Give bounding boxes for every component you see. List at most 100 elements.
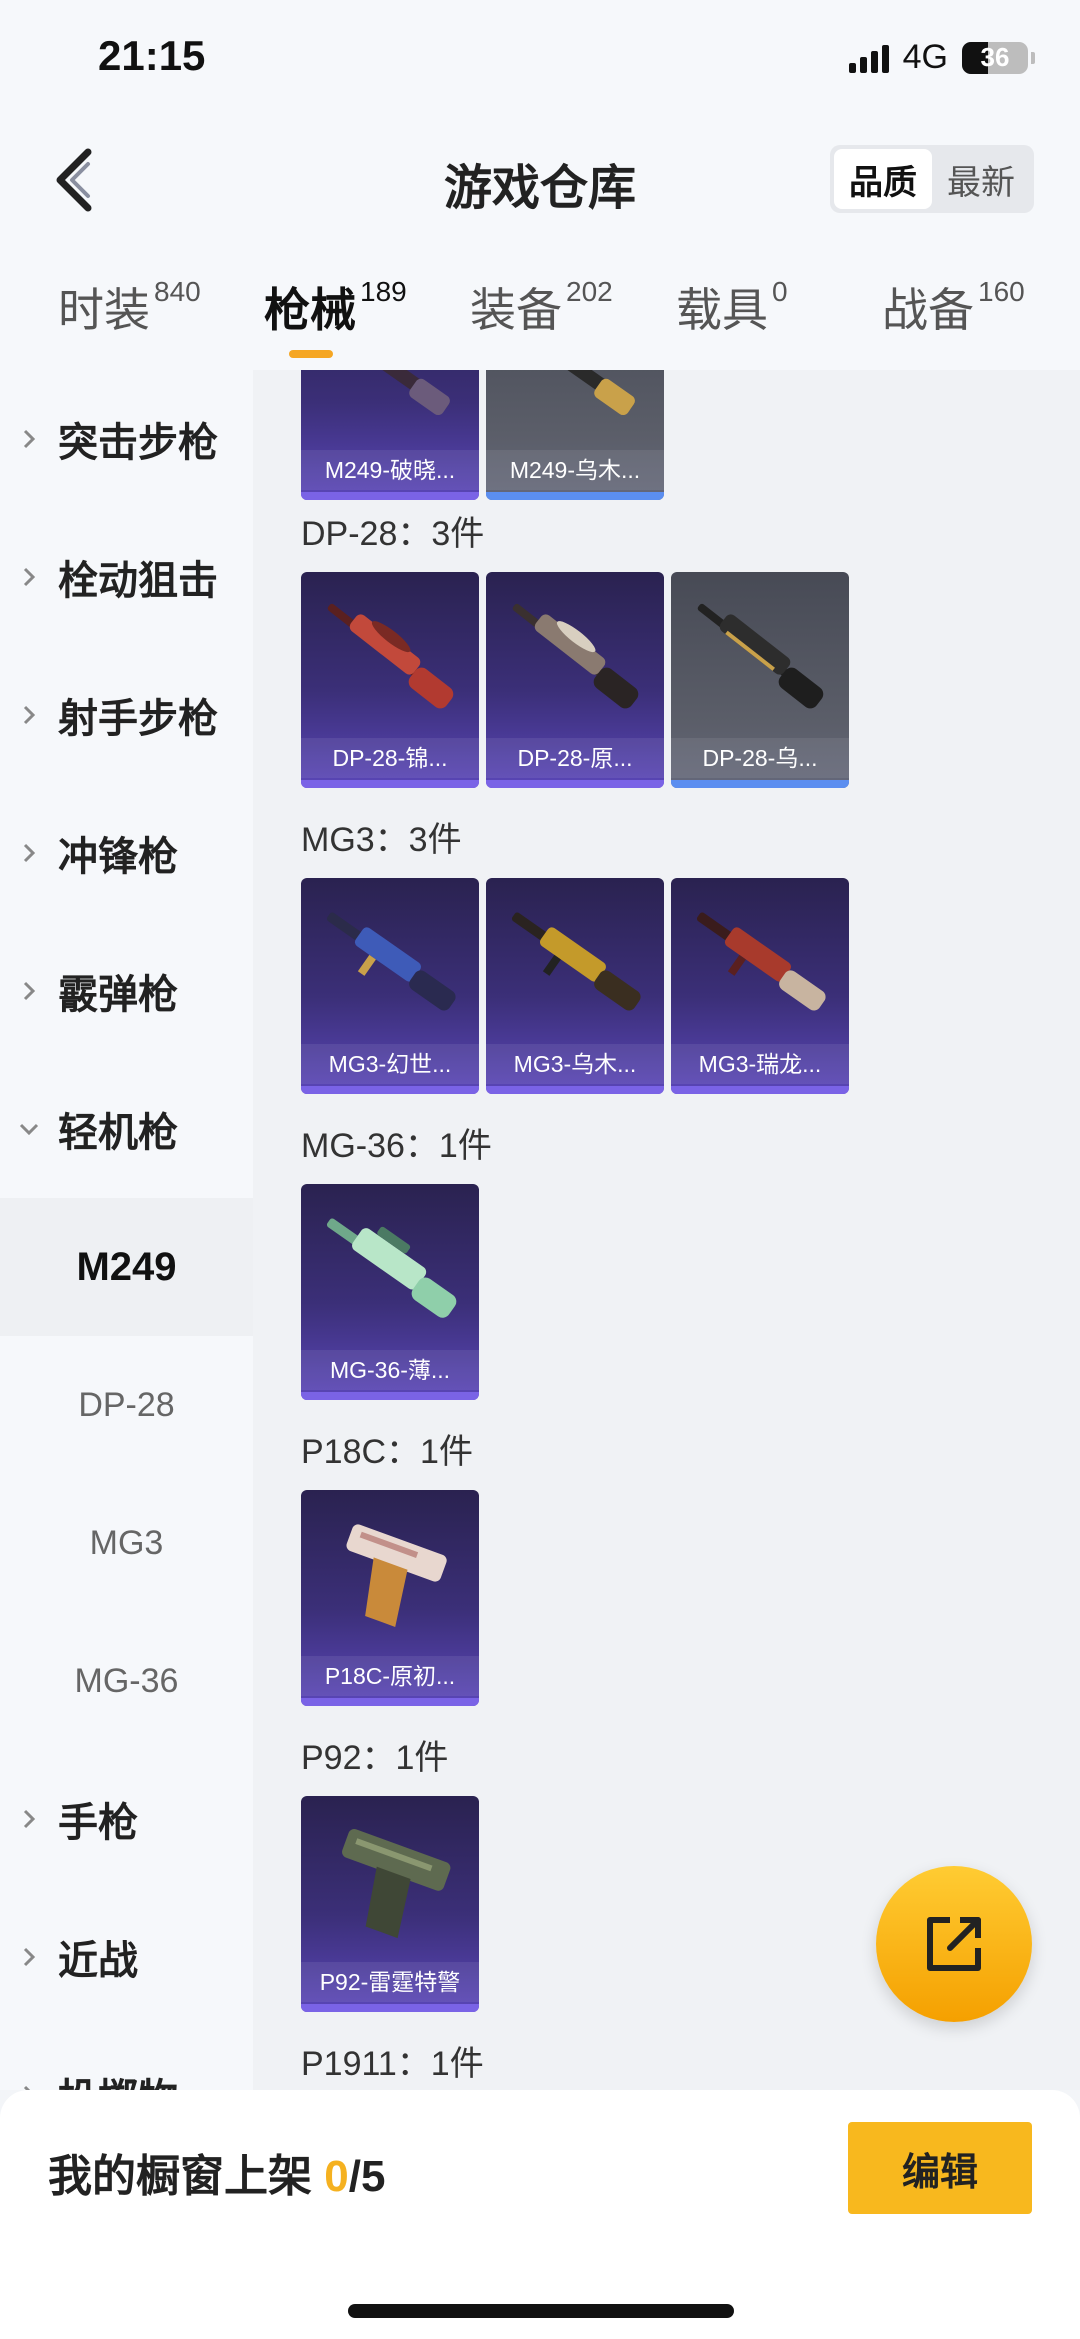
- item-name: DP-28-锦...: [301, 738, 479, 778]
- quality-strip: [671, 780, 849, 788]
- edit-button[interactable]: 编辑: [848, 2122, 1032, 2214]
- item-name: P92-雷霆特警: [301, 1962, 479, 2002]
- item-card[interactable]: P92-雷霆特警: [301, 1796, 479, 2012]
- quality-strip: [301, 1392, 479, 1400]
- tab-count: 840: [154, 276, 201, 307]
- status-time: 21:15: [98, 32, 206, 79]
- item-card[interactable]: MG3-乌木...: [486, 878, 664, 1094]
- share-icon: [927, 1917, 981, 1971]
- chevron-right-icon: [0, 1807, 58, 1831]
- group-title: P92：1件: [301, 1739, 449, 1777]
- category-tabs: 时装 840 枪械 189 装备 202 载具 0 战备 160: [0, 240, 1080, 370]
- share-button[interactable]: [876, 1866, 1032, 2022]
- chevron-down-icon: [0, 1121, 58, 1137]
- battery-level: 36: [980, 42, 1010, 72]
- active-tab-indicator: [289, 350, 333, 358]
- item-card[interactable]: DP-28-原...: [486, 572, 664, 788]
- item-card[interactable]: DP-28-乌...: [671, 572, 849, 788]
- sort-toggle: 品质 最新: [830, 145, 1034, 213]
- chevron-right-icon: [0, 427, 58, 451]
- item-card[interactable]: DP-28-锦...: [301, 572, 479, 788]
- sidebar-item-marksman-rifle[interactable]: 射手步枪: [0, 646, 253, 784]
- showcase-total: /5: [348, 2152, 386, 2201]
- sidebar-item-shotgun[interactable]: 霰弹枪: [0, 922, 253, 1060]
- lmg-art-icon: [326, 912, 456, 1011]
- item-card[interactable]: MG3-瑞龙...: [671, 878, 849, 1094]
- quality-strip: [486, 492, 664, 500]
- item-name: M249-破晓...: [301, 450, 479, 490]
- sort-quality-button[interactable]: 品质: [834, 149, 932, 209]
- sidebar-item-pistol[interactable]: 手枪: [0, 1750, 253, 1888]
- item-card[interactable]: M249-破晓...: [301, 370, 479, 500]
- group-title: MG-36：1件: [301, 1127, 492, 1165]
- sidebar-item-melee[interactable]: 近战: [0, 1888, 253, 2026]
- item-card[interactable]: M249-乌木...: [486, 370, 664, 500]
- status-indicators: 4G 36: [848, 38, 1035, 77]
- battery-icon: 36: [962, 41, 1035, 74]
- chevron-right-icon: [0, 2083, 58, 2090]
- pistol-art-icon: [346, 1524, 447, 1627]
- tab-label: 装备: [470, 284, 562, 336]
- item-name: P18C-原初...: [301, 1656, 479, 1696]
- lmg-art-icon: [696, 912, 826, 1011]
- quality-strip: [671, 1086, 849, 1094]
- tab-vehicles[interactable]: 载具 0: [676, 274, 788, 340]
- sidebar-item-label: 近战: [58, 1939, 138, 1983]
- lmg-art-icon: [329, 370, 450, 416]
- quality-strip: [486, 780, 664, 788]
- tab-count: 189: [360, 276, 407, 307]
- item-name: MG3-瑞龙...: [671, 1044, 849, 1084]
- tab-count: 160: [978, 276, 1025, 307]
- showcase-current-count: 0: [324, 2152, 349, 2201]
- item-name: DP-28-原...: [486, 738, 664, 778]
- sidebar-item-label: 栓动狙击: [58, 559, 218, 603]
- sidebar-subitem-mg3[interactable]: MG3: [0, 1474, 253, 1612]
- sidebar-item-lmg[interactable]: 轻机枪: [0, 1060, 253, 1198]
- group-title: MG3：3件: [301, 821, 462, 859]
- sidebar-subitem-mg36[interactable]: MG-36: [0, 1612, 253, 1750]
- sidebar-item-label: 霰弹枪: [58, 973, 178, 1017]
- sidebar-item-label: 冲锋枪: [58, 835, 178, 879]
- showcase-status: 我的橱窗上架 0/5: [48, 2140, 385, 2204]
- item-card[interactable]: MG3-幻世...: [301, 878, 479, 1094]
- item-card[interactable]: P18C-原初...: [301, 1490, 479, 1706]
- sidebar-item-label: 轻机枪: [58, 1111, 178, 1155]
- quality-strip: [301, 2004, 479, 2012]
- sidebar-item-bolt-sniper[interactable]: 栓动狙击: [0, 508, 253, 646]
- sidebar-subitem-m249[interactable]: M249: [0, 1198, 253, 1336]
- lmg-art-icon: [697, 603, 824, 709]
- sidebar-item-label: 突击步枪: [58, 421, 218, 465]
- group-title: P1911：1件: [301, 2045, 484, 2083]
- pistol-art-icon: [342, 1829, 451, 1939]
- chevron-right-icon: [0, 1945, 58, 1969]
- tab-label: 枪械: [264, 284, 356, 336]
- home-indicator: [348, 2304, 734, 2318]
- sidebar-item-label: 射手步枪: [58, 697, 218, 741]
- sidebar-item-throwable[interactable]: 投掷物: [0, 2026, 253, 2090]
- quality-strip: [301, 780, 479, 788]
- item-name: MG3-乌木...: [486, 1044, 664, 1084]
- tab-label: 战备: [882, 284, 974, 336]
- sidebar-item-assault-rifle[interactable]: 突击步枪: [0, 370, 253, 508]
- item-card[interactable]: MG-36-薄...: [301, 1184, 479, 1400]
- signal-icon: [848, 43, 889, 73]
- chevron-right-icon: [0, 841, 58, 865]
- sidebar-subitem-dp28[interactable]: DP-28: [0, 1336, 253, 1474]
- tab-tactical[interactable]: 战备 160: [882, 274, 1025, 340]
- bottom-bar: 我的橱窗上架 0/5 编辑: [0, 2090, 1080, 2339]
- sidebar-item-label: 手枪: [58, 1801, 138, 1845]
- tab-equipment[interactable]: 装备 202: [470, 274, 613, 340]
- lmg-art-icon: [512, 603, 639, 709]
- sort-newest-button[interactable]: 最新: [932, 149, 1030, 209]
- quality-strip: [301, 1698, 479, 1706]
- quality-strip: [486, 1086, 664, 1094]
- item-name: M249-乌木...: [486, 450, 664, 490]
- item-grid: M249-破晓... M249-乌木... DP-28：3件 DP-28-锦..…: [253, 370, 1080, 2090]
- tab-outfits[interactable]: 时装 840: [58, 274, 201, 340]
- tab-firearms[interactable]: 枪械 189: [264, 274, 407, 340]
- network-label: 4G: [902, 38, 948, 76]
- group-title: P18C：1件: [301, 1433, 473, 1471]
- quality-strip: [301, 1086, 479, 1094]
- sidebar-item-smg[interactable]: 冲锋枪: [0, 784, 253, 922]
- quality-strip: [301, 492, 479, 500]
